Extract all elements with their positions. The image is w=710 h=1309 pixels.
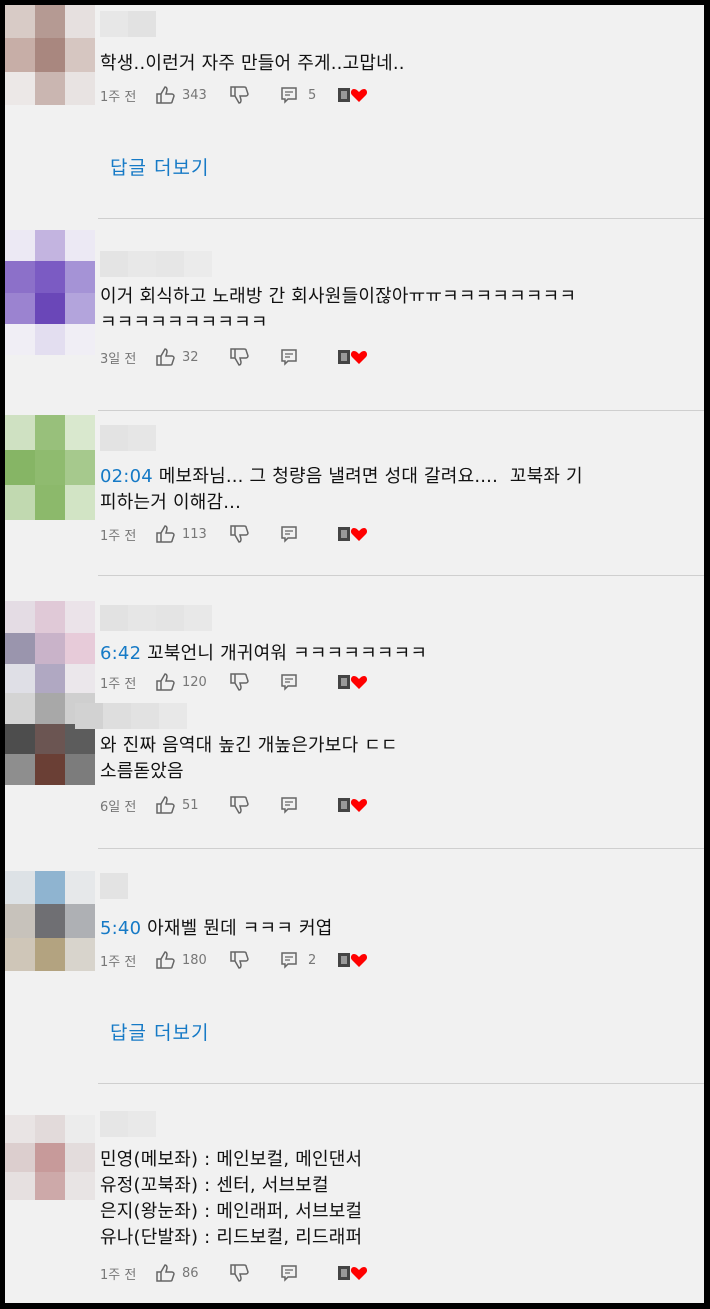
comment-text: 민영(메보좌) : 메인보컬, 메인댄서 유정(꼬북좌) : 센터, 서브보컬 …: [100, 1149, 363, 1248]
comment-time: 1주 전: [100, 954, 137, 970]
like-count: 32: [182, 349, 199, 365]
divider: [98, 848, 704, 849]
creator-heart-icon: [338, 525, 368, 543]
creator-heart-icon: [338, 796, 368, 814]
avatar[interactable]: [5, 601, 95, 696]
comment-text: 5:40 아재벨 뭔데 ㅋㅋㅋ 커엽: [100, 918, 333, 939]
comment-actions: 3일 전 32: [100, 347, 368, 367]
video-timestamp-link[interactable]: 6:42: [100, 643, 141, 664]
comment-time: 1주 전: [100, 676, 137, 692]
comment-text: 학생..이런거 자주 만들어 주게..고맙네..: [100, 53, 405, 74]
thumb-up-icon[interactable]: [156, 525, 176, 543]
reply-icon[interactable]: [280, 673, 298, 691]
avatar[interactable]: [5, 871, 95, 971]
thumb-down-icon[interactable]: [230, 673, 250, 691]
comment-time: 1주 전: [100, 528, 137, 544]
like-count: 343: [182, 87, 207, 103]
more-replies-link[interactable]: 답글 더보기: [110, 153, 209, 180]
comment-actions: 1주 전 86: [100, 1263, 368, 1283]
reply-icon[interactable]: [280, 1264, 298, 1282]
reply-count: 2: [308, 952, 317, 968]
thumb-up-icon[interactable]: [156, 673, 176, 691]
comment-time: 6일 전: [100, 799, 137, 815]
divider: [98, 410, 704, 411]
avatar[interactable]: [5, 1115, 95, 1200]
reply-icon[interactable]: [280, 348, 298, 366]
thumb-down-icon[interactable]: [230, 348, 250, 366]
divider: [98, 1083, 704, 1084]
comment-text: 6:42 꼬북언니 개귀여워 ㅋㅋㅋㅋㅋㅋㅋㅋ: [100, 643, 428, 664]
divider: [98, 218, 704, 219]
author-name-redacted[interactable]: [100, 425, 156, 451]
like-count: 86: [182, 1265, 199, 1281]
creator-heart-icon: [338, 673, 368, 691]
thumb-up-icon[interactable]: [156, 951, 176, 969]
comment-actions: 6일 전 51: [100, 795, 368, 815]
thumb-down-icon[interactable]: [230, 796, 250, 814]
comment-text: 이거 회식하고 노래방 간 회사원들이잖아ㅠㅠㅋㅋㅋㅋㅋㅋㅋㅋ ㅋㅋㅋㅋㅋㅋㅋㅋ…: [100, 286, 577, 333]
comment-actions: 1주 전 343 5: [100, 85, 368, 105]
author-name-redacted[interactable]: [100, 11, 156, 37]
creator-heart-icon: [338, 348, 368, 366]
video-timestamp-link[interactable]: 5:40: [100, 918, 141, 939]
like-count: 113: [182, 526, 207, 542]
author-name-redacted[interactable]: [100, 873, 128, 899]
reply-icon[interactable]: [280, 951, 298, 969]
reply-count: 5: [308, 87, 317, 103]
thumb-down-icon[interactable]: [230, 525, 250, 543]
creator-heart-icon: [338, 86, 368, 104]
thumb-down-icon[interactable]: [230, 86, 250, 104]
creator-heart-icon: [338, 951, 368, 969]
creator-heart-icon: [338, 1264, 368, 1282]
avatar[interactable]: [5, 415, 95, 520]
thumb-down-icon[interactable]: [230, 951, 250, 969]
comment-actions: 1주 전 113: [100, 524, 368, 544]
like-count: 51: [182, 797, 199, 813]
divider: [98, 575, 704, 576]
more-replies-link[interactable]: 답글 더보기: [110, 1018, 209, 1045]
author-name-redacted[interactable]: [100, 605, 212, 631]
author-name-redacted[interactable]: [100, 1111, 156, 1137]
comment-text: 02:04 메보좌님... 그 청량음 낼려면 성대 갈려요.... 꼬북좌 기…: [100, 466, 583, 513]
like-count: 180: [182, 952, 207, 968]
comment-time: 1주 전: [100, 89, 137, 105]
comment-text: 와 진짜 음역대 높긴 개높은가보다 ㄷㄷ 소름돋았음: [100, 735, 398, 782]
thumb-up-icon[interactable]: [156, 1264, 176, 1282]
comment-actions: 1주 전 120: [100, 672, 368, 692]
avatar[interactable]: [5, 5, 95, 105]
comment-time: 3일 전: [100, 351, 137, 367]
author-name-redacted[interactable]: [100, 251, 212, 277]
reply-icon[interactable]: [280, 525, 298, 543]
like-count: 120: [182, 674, 207, 690]
avatar[interactable]: [5, 230, 95, 355]
comment-actions: 1주 전 180 2: [100, 950, 368, 970]
thumb-up-icon[interactable]: [156, 86, 176, 104]
thumb-up-icon[interactable]: [156, 348, 176, 366]
thumb-up-icon[interactable]: [156, 796, 176, 814]
reply-icon[interactable]: [280, 86, 298, 104]
comment-time: 1주 전: [100, 1267, 137, 1283]
video-timestamp-link[interactable]: 02:04: [100, 466, 153, 487]
reply-icon[interactable]: [280, 796, 298, 814]
author-name-redacted[interactable]: [75, 703, 187, 729]
comments-panel: 학생..이런거 자주 만들어 주게..고맙네.. 1주 전 343 5 답글 더…: [5, 5, 704, 1303]
thumb-down-icon[interactable]: [230, 1264, 250, 1282]
